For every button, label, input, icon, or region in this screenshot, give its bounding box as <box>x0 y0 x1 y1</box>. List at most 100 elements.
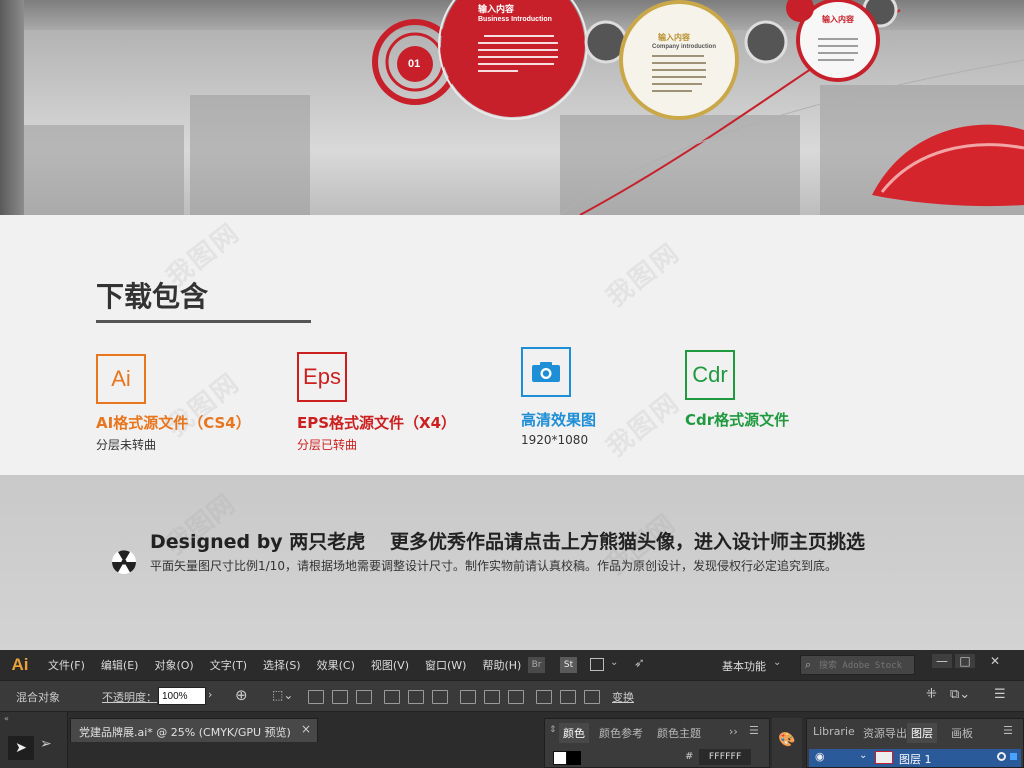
watermark: 我图网 <box>601 237 686 314</box>
format-sub: 1920*1080 <box>521 433 589 447</box>
tab-libraries[interactable]: Librarie <box>813 725 855 738</box>
tab-layers[interactable]: 图层 <box>907 723 937 743</box>
overflow-icon[interactable]: ›› <box>729 725 738 738</box>
format-name: 高清效果图 <box>521 411 597 429</box>
distribute-right-icon[interactable] <box>584 690 600 704</box>
ai-format-icon: Ai <box>96 354 146 404</box>
hero-photo: 输入内容 Business Introduction 01 输入内容 Compa… <box>0 0 1024 215</box>
workspace-switcher[interactable]: 基本功能 <box>722 658 766 674</box>
format-sub: 分层已转曲 <box>297 438 358 452</box>
distribute-vcenter-icon[interactable] <box>484 690 500 704</box>
camera-icon <box>521 347 571 397</box>
illustrator-window: Ai 文件(F) 编辑(E) 对象(O) 文字(T) 选择(S) 效果(C) 视… <box>0 650 1024 768</box>
distribute-left-icon[interactable] <box>536 690 552 704</box>
selection-indicator[interactable] <box>1010 753 1017 760</box>
panel-heading: 输入内容 <box>658 33 690 42</box>
align-to-selection-icon[interactable]: ⬚⌄ <box>272 688 293 702</box>
screenshot-root: 输入内容 Business Introduction 01 输入内容 Compa… <box>0 0 1024 768</box>
designer-byline: Designed by 两只老虎 <box>150 531 366 553</box>
minimize-button[interactable]: — <box>932 654 952 668</box>
gpu-performance-icon[interactable]: ➶ <box>634 656 645 671</box>
gold-panel <box>619 0 739 120</box>
distribute-hcenter-icon[interactable] <box>560 690 576 704</box>
tab-artboards[interactable]: 画板 <box>951 725 973 741</box>
layer-row[interactable]: ◉ ⌄ 图层 1 <box>809 749 1021 767</box>
workspace-area: « ➤ ➢ 党建品牌展.ai* @ 25% (CMYK/GPU 预览) × ⇕ … <box>0 712 1024 768</box>
chevron-down-icon[interactable]: ⌄ <box>610 657 618 668</box>
opacity-label[interactable]: 不透明度： <box>102 689 157 705</box>
document-tab-title: 党建品牌展.ai* @ 25% (CMYK/GPU 预览) <box>79 726 291 739</box>
opacity-field[interactable] <box>158 687 206 705</box>
panel-menu-icon[interactable]: ☰ <box>994 687 1006 702</box>
menu-file[interactable]: 文件(F) <box>40 657 93 673</box>
isolate-icon[interactable]: ⁜ <box>926 687 937 702</box>
recolor-artwork-icon[interactable]: ⊕ <box>235 686 248 704</box>
stock-search-field[interactable]: ⌕ <box>800 655 915 675</box>
menu-view[interactable]: 视图(V) <box>363 657 417 673</box>
chevron-down-icon[interactable]: ⌄ <box>773 657 781 668</box>
menu-type[interactable]: 文字(T) <box>202 657 255 673</box>
format-sub: 分层未转曲 <box>96 438 157 452</box>
arrange-icon[interactable]: ⧉⌄ <box>950 687 970 702</box>
watermark: 我图网 <box>601 387 686 464</box>
close-tab-icon[interactable]: × <box>301 722 311 736</box>
stroke-swatch[interactable] <box>567 751 581 765</box>
tab-asset-export[interactable]: 资源导出 <box>863 725 907 741</box>
tab-color-themes[interactable]: 颜色主题 <box>657 725 701 741</box>
app-logo: Ai <box>11 655 29 674</box>
panel-menu-icon[interactable]: ☰ <box>1003 724 1013 737</box>
menu-select[interactable]: 选择(S) <box>255 657 309 673</box>
align-top-icon[interactable] <box>384 690 400 704</box>
align-left-icon[interactable] <box>308 690 324 704</box>
eye-icon[interactable]: ◉ <box>815 750 825 763</box>
format-name: Cdr格式源文件 <box>685 411 790 429</box>
title-underline <box>96 320 311 323</box>
photo-circle <box>744 20 788 64</box>
menu-effect[interactable]: 效果(C) <box>309 657 363 673</box>
camera-icon <box>532 362 560 382</box>
menu-bar: Ai 文件(F) 编辑(E) 对象(O) 文字(T) 选择(S) 效果(C) 视… <box>0 650 1024 680</box>
align-center-icon[interactable] <box>332 690 348 704</box>
designer-band: 我图网 我图网 Designed by 两只老虎 更多优秀作品请点击上方熊猫头像… <box>0 475 1024 650</box>
download-section: 我图网 我图网 我图网 我图网 下载包含 Ai AI格式源文件（CS4） 分层未… <box>0 215 1024 475</box>
section-title: 下载包含 <box>96 280 209 313</box>
document-tab[interactable]: 党建品牌展.ai* @ 25% (CMYK/GPU 预览) × <box>70 718 318 742</box>
menu-edit[interactable]: 编辑(E) <box>93 657 147 673</box>
toolbox: « ➤ ➢ <box>0 712 68 768</box>
target-icon[interactable] <box>997 752 1006 761</box>
direct-selection-tool-icon[interactable]: ➢ <box>40 736 52 752</box>
menu-window[interactable]: 窗口(W) <box>417 657 474 673</box>
stock-button[interactable]: St <box>560 657 577 673</box>
fill-swatch[interactable] <box>553 751 567 765</box>
collapse-icon[interactable]: « <box>4 714 9 723</box>
selection-tool-icon[interactable]: ➤ <box>8 736 34 760</box>
control-bar: 混合对象 不透明度： › ⊕ ⬚⌄ 变换 ⁜ ⧉⌄ ☰ <box>0 680 1024 712</box>
align-right-icon[interactable] <box>356 690 372 704</box>
transform-link[interactable]: 变换 <box>612 689 634 705</box>
align-middle-icon[interactable] <box>408 690 424 704</box>
collapse-icon[interactable]: ⇕ <box>549 725 557 735</box>
arrange-documents-icon[interactable] <box>590 658 604 671</box>
menu-object[interactable]: 对象(O) <box>146 657 201 673</box>
tab-color-guide[interactable]: 颜色参考 <box>599 725 643 741</box>
usage-note: 平面矢量图尺寸比例1/10，请根据场地需要调整设计尺寸。制作实物前请认真校稿。作… <box>150 559 837 573</box>
distribute-top-icon[interactable] <box>460 690 476 704</box>
chevron-down-icon[interactable]: ⌄ <box>859 750 867 761</box>
format-name: AI格式源文件（CS4） <box>96 414 251 432</box>
align-bottom-icon[interactable] <box>432 690 448 704</box>
maximize-button[interactable]: □ <box>955 654 975 668</box>
chevron-right-icon[interactable]: › <box>208 688 212 701</box>
menu-help[interactable]: 帮助(H) <box>474 657 529 673</box>
hex-field[interactable]: FFFFFF <box>699 749 751 765</box>
search-input[interactable] <box>819 658 913 673</box>
tab-color[interactable]: 颜色 <box>559 723 589 743</box>
radiation-icon <box>112 550 136 574</box>
promo-text: 更多优秀作品请点击上方熊猫头像，进入设计师主页挑选 <box>390 531 866 553</box>
panel-menu-icon[interactable]: ☰ <box>749 724 759 737</box>
bridge-button[interactable]: Br <box>528 657 545 673</box>
close-window-button[interactable]: ✕ <box>985 654 1005 668</box>
search-icon: ⌕ <box>805 658 812 671</box>
layer-name[interactable]: 图层 1 <box>899 751 932 767</box>
distribute-bottom-icon[interactable] <box>508 690 524 704</box>
color-panel-icon[interactable]: 🎨 <box>778 732 795 748</box>
